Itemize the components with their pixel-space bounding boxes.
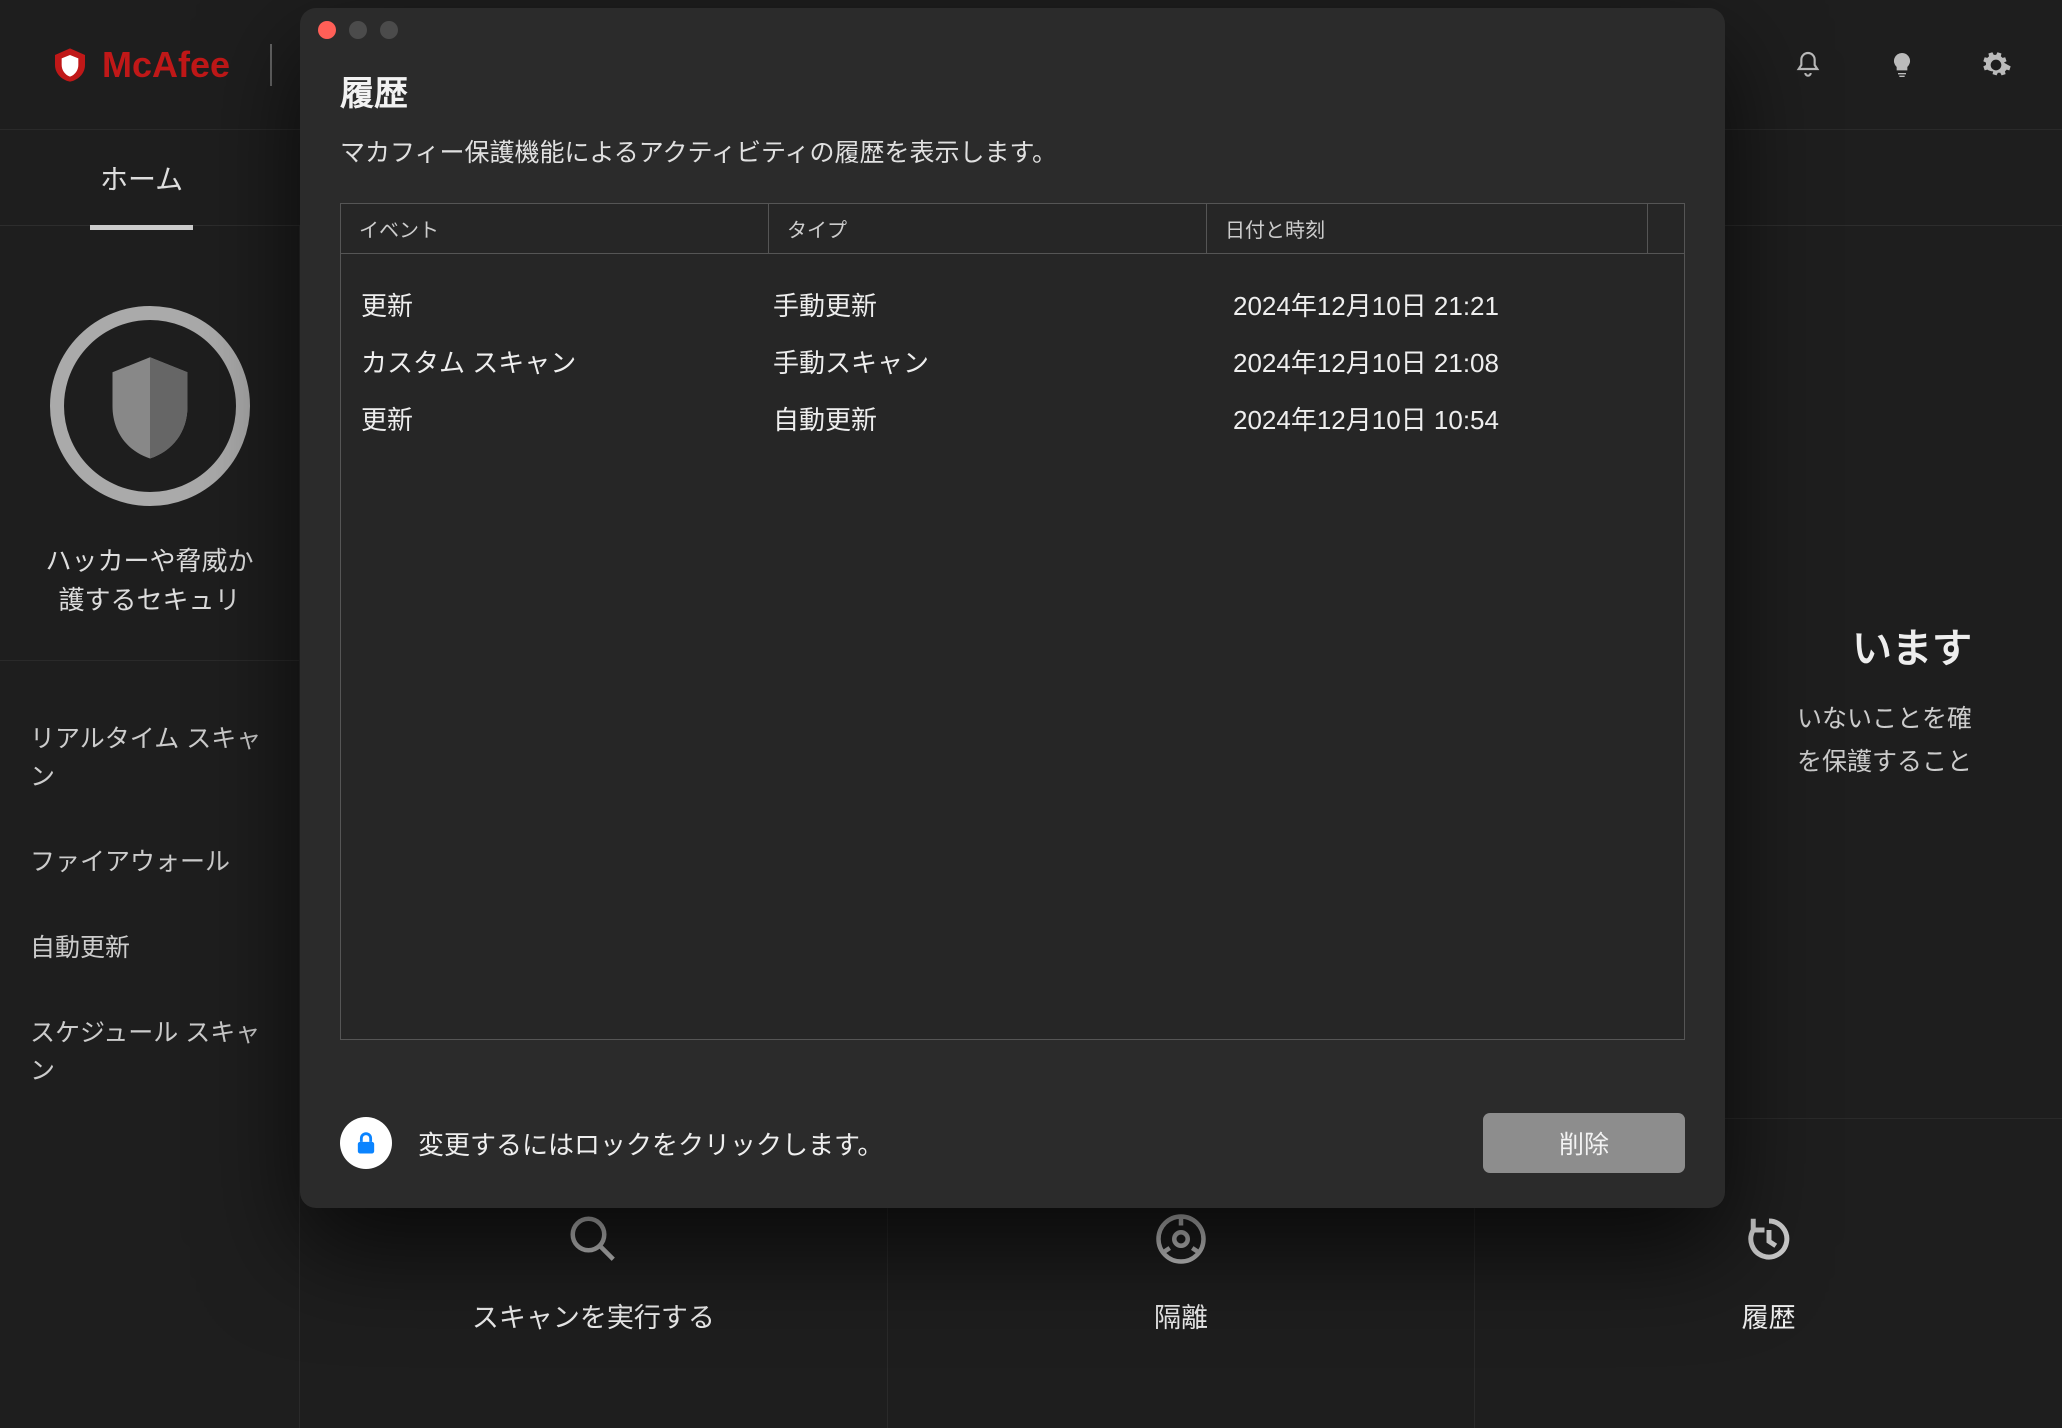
history-dialog: 履歴 マカフィー保護機能によるアクティビティの履歴を表示します。 イベント タイ…	[300, 8, 1725, 1208]
brand-text: McAfee	[102, 44, 230, 86]
window-minimize-button[interactable]	[349, 21, 367, 39]
column-scrollbar-gutter	[1648, 204, 1684, 253]
table-row[interactable]: カスタム スキャン 手動スキャン 2024年12月10日 21:08	[341, 333, 1684, 390]
sidebar-item-label: ファイアウォール	[30, 848, 230, 876]
sidebar-items: リアルタイム スキャン ファイアウォール 自動更新 スケジュール スキャン	[0, 661, 299, 1150]
sidebar-item-label: リアルタイム スキャン	[30, 725, 261, 791]
action-label: スキャンを実行する	[472, 1296, 715, 1335]
lightbulb-icon[interactable]	[1886, 49, 1918, 81]
column-type[interactable]: タイプ	[769, 204, 1207, 253]
sidebar-item-auto-update[interactable]: 自動更新	[0, 906, 299, 992]
sidebar-item-label: スケジュール スキャン	[30, 1019, 260, 1085]
lock-button[interactable]	[340, 1117, 392, 1169]
cell-date: 2024年12月10日 10:54	[1207, 400, 1684, 437]
shield-circle	[50, 306, 250, 506]
bell-icon[interactable]	[1792, 49, 1824, 81]
sidebar-item-firewall[interactable]: ファイアウォール	[0, 820, 299, 906]
shield-line2: 護するセキュリ	[58, 585, 240, 615]
lock-icon	[352, 1129, 380, 1157]
cell-event: カスタム スキャン	[341, 343, 769, 380]
cell-date: 2024年12月10日 21:08	[1207, 343, 1684, 380]
dialog-titlebar[interactable]	[300, 8, 1725, 52]
brand: McAfee	[50, 44, 272, 86]
window-zoom-button[interactable]	[380, 21, 398, 39]
action-label: 隔離	[1154, 1296, 1208, 1335]
lock-caption: 変更するにはロックをクリックします。	[418, 1125, 883, 1162]
dialog-footer: 変更するにはロックをクリックします。 削除	[300, 1078, 1725, 1208]
dialog-title: 履歴	[340, 66, 1685, 115]
biohazard-icon	[1154, 1212, 1208, 1266]
dialog-header: 履歴 マカフィー保護機能によるアクティビティの履歴を表示します。	[300, 52, 1725, 203]
cell-event: 更新	[341, 400, 769, 437]
tab-home-label: ホーム	[100, 164, 183, 195]
dialog-subtitle: マカフィー保護機能によるアクティビティの履歴を表示します。	[340, 133, 1685, 169]
history-table-header: イベント タイプ 日付と時刻	[341, 204, 1684, 254]
brand-shield-icon	[50, 45, 90, 85]
shield-caption: ハッカーや脅威か 護するセキュリ	[35, 542, 263, 620]
history-table: イベント タイプ 日付と時刻 更新 手動更新 2024年12月10日 21:21…	[340, 203, 1685, 1040]
cell-type: 自動更新	[769, 400, 1207, 437]
table-row[interactable]: 更新 自動更新 2024年12月10日 10:54	[341, 390, 1684, 447]
delete-button[interactable]: 削除	[1483, 1113, 1685, 1173]
sidebar-item-scheduled-scan[interactable]: スケジュール スキャン	[0, 991, 299, 1114]
delete-button-label: 削除	[1559, 1131, 1609, 1159]
column-date[interactable]: 日付と時刻	[1207, 204, 1648, 253]
shield-line1: ハッカーや脅威か	[45, 546, 253, 576]
tab-home[interactable]: ホーム	[60, 128, 223, 228]
gear-icon[interactable]	[1980, 49, 2012, 81]
window-close-button[interactable]	[318, 21, 336, 39]
action-label: 履歴	[1742, 1296, 1796, 1335]
sidebar-item-label: 自動更新	[30, 934, 130, 962]
cell-date: 2024年12月10日 21:21	[1207, 286, 1684, 323]
header-actions	[1792, 49, 2012, 81]
table-row[interactable]: 更新 手動更新 2024年12月10日 21:21	[341, 276, 1684, 333]
cell-type: 手動スキャン	[769, 343, 1207, 380]
brand-divider	[270, 44, 272, 86]
cell-type: 手動更新	[769, 286, 1207, 323]
history-icon	[1742, 1212, 1796, 1266]
sidebar-item-realtime-scan[interactable]: リアルタイム スキャン	[0, 697, 299, 820]
status-shield: ハッカーや脅威か 護するセキュリ	[0, 306, 299, 661]
search-icon	[566, 1212, 620, 1266]
cell-event: 更新	[341, 286, 769, 323]
column-event[interactable]: イベント	[341, 204, 769, 253]
shield-icon	[105, 351, 195, 461]
sidebar: ハッカーや脅威か 護するセキュリ リアルタイム スキャン ファイアウォール 自動…	[0, 226, 300, 1428]
history-table-body[interactable]: 更新 手動更新 2024年12月10日 21:21 カスタム スキャン 手動スキ…	[341, 254, 1684, 1039]
